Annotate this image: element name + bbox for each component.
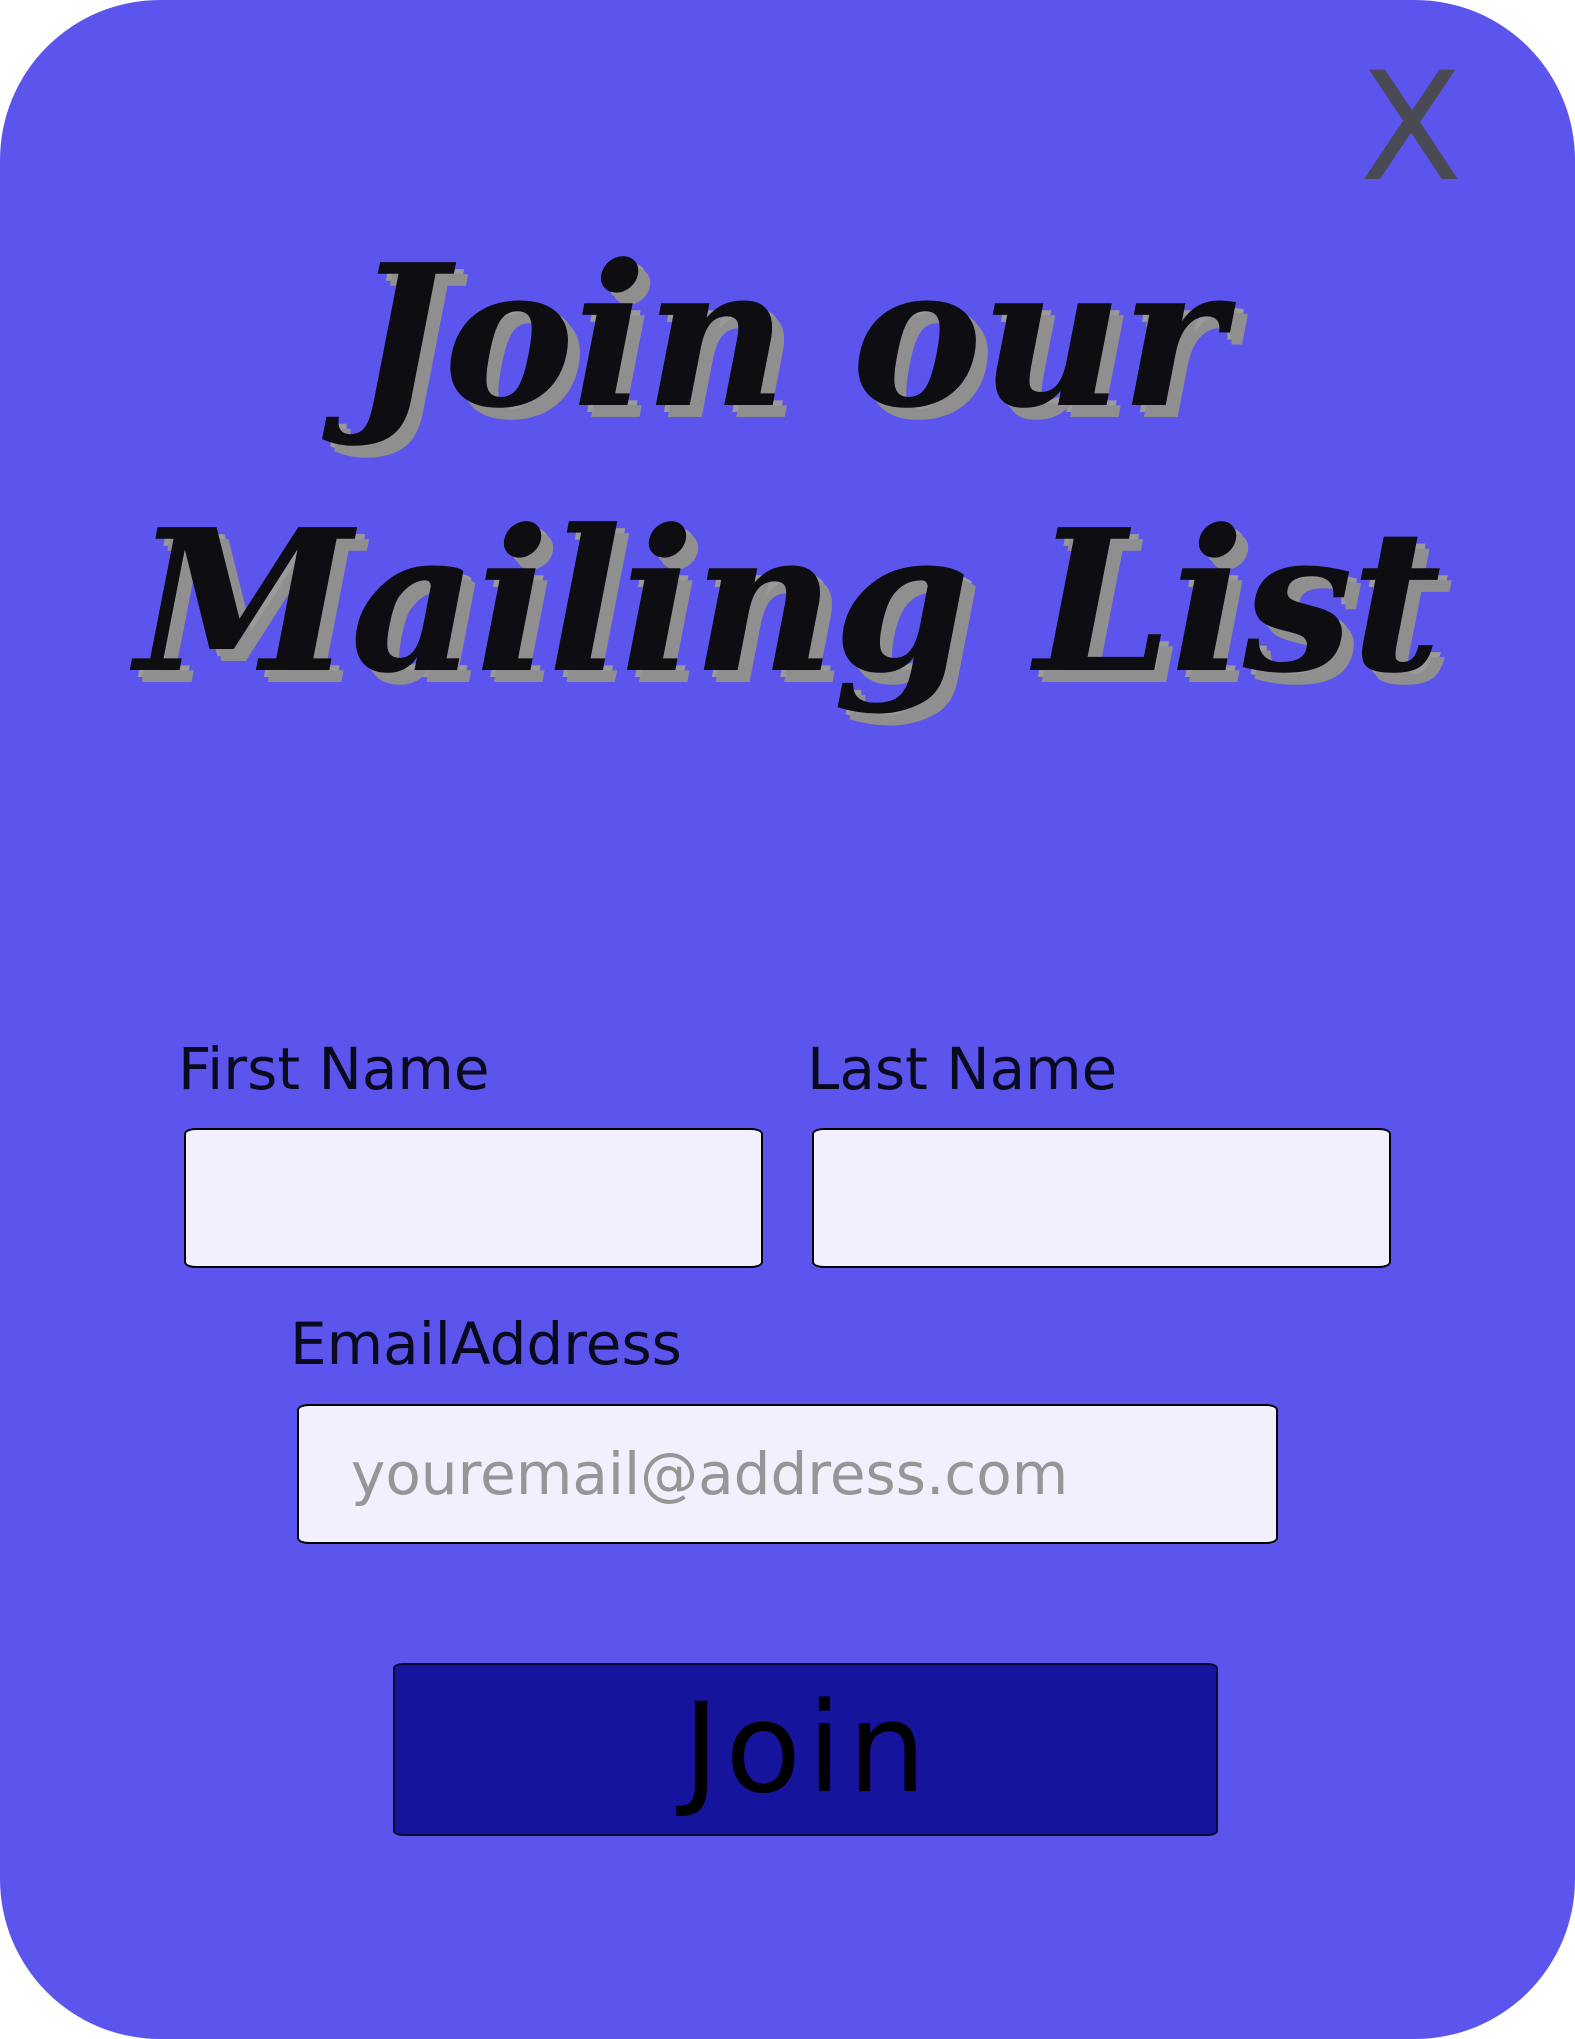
first-name-input[interactable] — [184, 1128, 763, 1268]
join-button-label: Join — [682, 1677, 933, 1821]
modal-title: Join our Mailing List — [135, 222, 1441, 717]
last-name-input[interactable] — [812, 1128, 1391, 1268]
email-address-label: EmailAddress — [290, 1310, 682, 1378]
close-icon[interactable]: X — [1356, 53, 1466, 203]
first-name-label: First Name — [178, 1035, 490, 1103]
mailing-list-modal: X Join our Mailing List First Name Last … — [0, 0, 1575, 2039]
email-field[interactable] — [297, 1404, 1278, 1544]
last-name-label: Last Name — [807, 1035, 1118, 1103]
join-button[interactable]: Join — [393, 1663, 1218, 1836]
